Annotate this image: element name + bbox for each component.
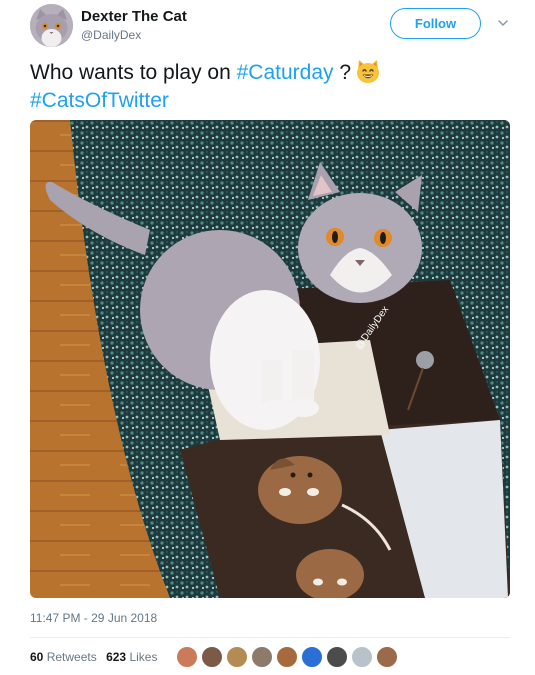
tweet-timestamp[interactable]: 11:47 PM - 29 Jun 2018 bbox=[30, 611, 157, 625]
follow-button[interactable]: Follow bbox=[390, 8, 481, 39]
smiling-cat-face-emoji-icon bbox=[357, 60, 380, 83]
cat-avatar-icon bbox=[30, 4, 73, 47]
tweet-text-middle: ? bbox=[333, 61, 352, 84]
liker-avatar[interactable] bbox=[251, 646, 273, 668]
liker-avatar[interactable] bbox=[201, 646, 223, 668]
retweets-label: Retweets bbox=[46, 650, 97, 664]
retweets-stat[interactable]: 60 Retweets bbox=[30, 650, 97, 664]
retweets-count: 60 bbox=[30, 650, 44, 664]
liker-avatar[interactable] bbox=[276, 646, 298, 668]
tweet-text: Who wants to play on #Caturday ? #CatsOf… bbox=[30, 58, 510, 115]
cat-photo: @DailyDex bbox=[30, 120, 510, 598]
likes-label: Likes bbox=[129, 650, 158, 664]
display-name[interactable]: Dexter The Cat bbox=[81, 8, 187, 26]
hashtag-catsoftwitter[interactable]: #CatsOfTwitter bbox=[30, 89, 169, 112]
hashtag-caturday[interactable]: #Caturday bbox=[237, 61, 334, 84]
chevron-down-icon[interactable] bbox=[496, 16, 510, 30]
liker-avatar[interactable] bbox=[326, 646, 348, 668]
liker-avatar[interactable] bbox=[351, 646, 373, 668]
avatar[interactable] bbox=[30, 4, 73, 47]
tweet-text-prefix: Who wants to play on bbox=[30, 61, 237, 84]
likers-avatars bbox=[176, 646, 401, 668]
user-handle[interactable]: @DailyDex bbox=[81, 27, 187, 43]
tweet-header: Dexter The Cat @DailyDex Follow bbox=[30, 4, 520, 48]
liker-avatar[interactable] bbox=[376, 646, 398, 668]
likes-stat[interactable]: 623 Likes bbox=[106, 650, 157, 664]
tweet-stats: 60 Retweets 623 Likes bbox=[30, 650, 163, 664]
liker-avatar[interactable] bbox=[226, 646, 248, 668]
likes-count: 623 bbox=[106, 650, 127, 664]
liker-avatar[interactable] bbox=[176, 646, 198, 668]
liker-avatar[interactable] bbox=[301, 646, 323, 668]
tweet-photo[interactable]: @DailyDex bbox=[30, 120, 510, 598]
divider bbox=[30, 637, 510, 638]
